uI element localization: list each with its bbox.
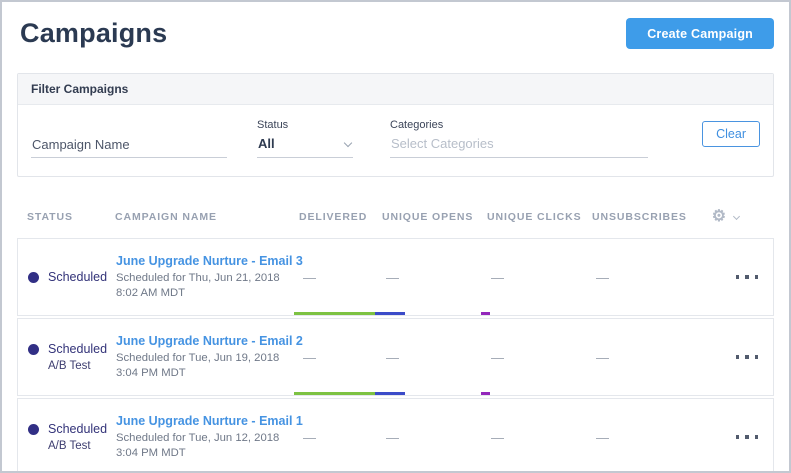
page-title: Campaigns: [20, 18, 167, 49]
categories-placeholder: Select Categories: [391, 136, 494, 151]
campaign-schedule-text: Scheduled for Tue, Jun 19, 2018 3:04 PM …: [116, 351, 292, 381]
actions-cell: [703, 271, 773, 283]
campaign-row: Scheduled A/B Test June Upgrade Nurture …: [17, 318, 774, 396]
unique-clicks-value: —: [488, 270, 593, 285]
delivered-value: —: [300, 430, 383, 445]
status-field-label: Status: [257, 119, 353, 131]
unsubscribes-value: —: [593, 270, 703, 285]
unsubscribes-value: —: [593, 350, 703, 365]
unsubscribes-value: —: [593, 430, 703, 445]
row-actions-ellipsis-icon[interactable]: [734, 431, 761, 443]
filter-panel-title: Filter Campaigns: [18, 74, 773, 105]
campaign-name-cell: June Upgrade Nurture - Email 2 Scheduled…: [116, 333, 300, 381]
delivered-value: —: [300, 270, 383, 285]
unique-opens-value: —: [383, 430, 488, 445]
delivered-value: —: [300, 350, 383, 365]
status-sublabel: A/B Test: [48, 358, 107, 374]
delivered-bar: [294, 312, 375, 315]
actions-cell: [703, 351, 773, 363]
chevron-down-icon[interactable]: [733, 212, 740, 219]
row-actions-ellipsis-icon[interactable]: [734, 351, 761, 363]
status-sublabel: A/B Test: [48, 438, 107, 454]
filter-panel: Filter Campaigns Status All Categories S…: [17, 73, 774, 177]
opens-bar: [375, 392, 405, 395]
column-unique-opens: Unique Opens: [382, 211, 487, 223]
page-header: Campaigns Create Campaign: [17, 18, 774, 49]
table-settings: ⚙: [702, 209, 774, 225]
campaign-name-cell: June Upgrade Nurture - Email 3 Scheduled…: [116, 253, 300, 301]
clicks-bar: [481, 312, 490, 315]
column-unsubscribes: Unsubscribes: [592, 211, 702, 223]
status-cell: Scheduled A/B Test: [28, 421, 116, 454]
categories-field: Categories Select Categories: [390, 119, 648, 158]
clear-filters-button[interactable]: Clear: [702, 121, 760, 147]
campaign-name-link[interactable]: June Upgrade Nurture - Email 2: [116, 333, 292, 350]
status-dot-icon: [28, 424, 39, 435]
gear-icon[interactable]: ⚙: [712, 209, 727, 225]
campaign-name-link[interactable]: June Upgrade Nurture - Email 3: [116, 253, 292, 270]
categories-select[interactable]: Select Categories: [390, 134, 648, 158]
campaign-schedule-text: Scheduled for Tue, Jun 12, 2018 3:04 PM …: [116, 431, 292, 461]
status-dot-icon: [28, 344, 39, 355]
delivered-bar: [294, 392, 375, 395]
table-header: Status Campaign Name Delivered Unique Op…: [17, 196, 774, 238]
status-field: Status All: [257, 119, 353, 158]
campaign-name-field: [31, 134, 227, 158]
status-cell: Scheduled: [28, 269, 116, 286]
categories-field-label: Categories: [390, 119, 648, 131]
campaign-name-input[interactable]: [31, 134, 227, 158]
create-campaign-button[interactable]: Create Campaign: [626, 18, 774, 49]
status-label: Scheduled: [48, 421, 107, 438]
unique-opens-value: —: [383, 270, 488, 285]
campaign-name-cell: June Upgrade Nurture - Email 1 Scheduled…: [116, 413, 300, 461]
clicks-bar: [481, 392, 490, 395]
column-status: Status: [27, 211, 115, 223]
status-selected-value: All: [258, 136, 275, 151]
actions-cell: [703, 431, 773, 443]
opens-bar: [375, 312, 405, 315]
column-delivered: Delivered: [299, 211, 382, 223]
unique-opens-value: —: [383, 350, 488, 365]
campaign-schedule-text: Scheduled for Thu, Jun 21, 2018 8:02 AM …: [116, 271, 292, 301]
status-label: Scheduled: [48, 269, 107, 286]
status-select[interactable]: All: [257, 134, 353, 158]
chevron-down-icon: [344, 138, 352, 146]
column-campaign-name: Campaign Name: [115, 211, 299, 223]
unique-clicks-value: —: [488, 350, 593, 365]
unique-clicks-value: —: [488, 430, 593, 445]
campaign-row: Scheduled June Upgrade Nurture - Email 3…: [17, 238, 774, 316]
row-actions-ellipsis-icon[interactable]: [734, 271, 761, 283]
campaign-row: Scheduled A/B Test June Upgrade Nurture …: [17, 398, 774, 473]
status-cell: Scheduled A/B Test: [28, 341, 116, 374]
campaigns-page: Campaigns Create Campaign Filter Campaig…: [0, 0, 791, 473]
column-unique-clicks: Unique Clicks: [487, 211, 592, 223]
filter-panel-body: Status All Categories Select Categories …: [18, 105, 773, 176]
campaign-name-link[interactable]: June Upgrade Nurture - Email 1: [116, 413, 292, 430]
status-label: Scheduled: [48, 341, 107, 358]
status-dot-icon: [28, 272, 39, 283]
